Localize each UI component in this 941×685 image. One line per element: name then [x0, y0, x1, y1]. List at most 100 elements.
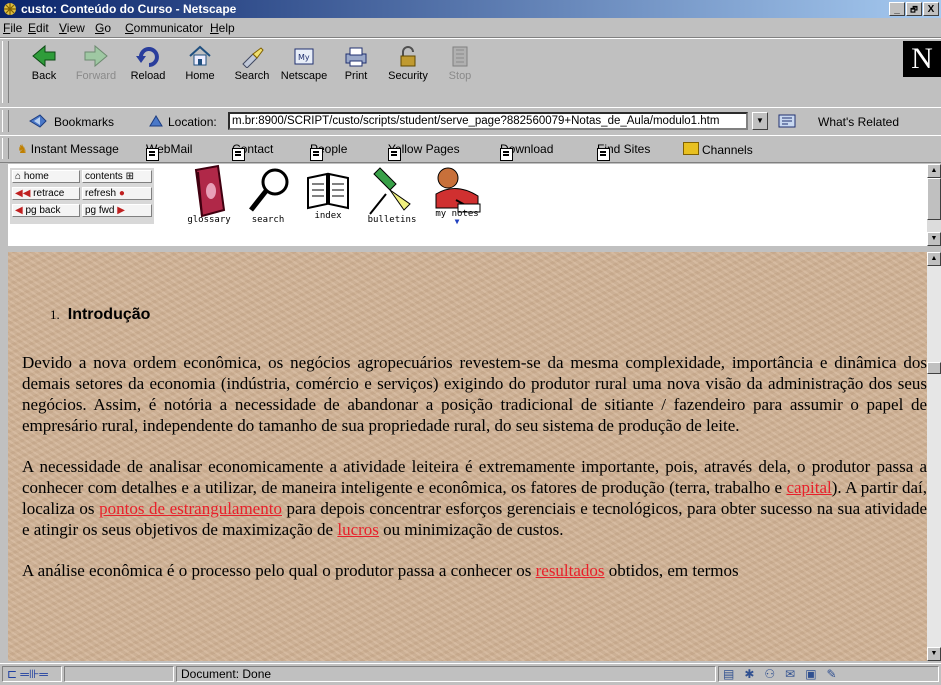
print-label: Print	[344, 70, 368, 82]
forward-label: Forward	[75, 70, 117, 82]
url-input[interactable]: m.br:8900/SCRIPT/custo/scripts/student/s…	[228, 112, 748, 130]
home-label: Home	[185, 70, 215, 82]
scroll-up-button[interactable]: ▲	[927, 164, 941, 178]
refresh-nav-button[interactable]: refresh ●	[82, 187, 152, 200]
index-tool[interactable]: index	[302, 164, 354, 221]
close-button[interactable]: X	[923, 2, 939, 16]
retrace-nav-button[interactable]: ◀◀ retrace	[12, 187, 80, 200]
menu-go[interactable]: Go	[95, 21, 111, 35]
content-scroll-thumb[interactable]	[927, 362, 941, 374]
glossary-tool[interactable]: glossary	[184, 164, 234, 225]
people-button[interactable]: People	[310, 142, 347, 161]
capital-link[interactable]: capital	[786, 478, 831, 497]
minimize-button[interactable]: _	[889, 2, 905, 16]
forward-arrow-icon	[84, 44, 108, 68]
back-label: Back	[31, 70, 57, 82]
webmail-button[interactable]: WebMail	[146, 142, 192, 161]
content-scroll-down-button[interactable]: ▼	[927, 647, 941, 661]
home-nav-button[interactable]: ⌂ home	[12, 170, 80, 183]
menu-edit[interactable]: Edit	[28, 21, 49, 35]
home-button[interactable]: Home	[174, 40, 226, 104]
navigation-toolbar: Back Forward Reload Home Search My Netsc…	[0, 38, 941, 108]
search-flashlight-icon	[242, 47, 264, 68]
bulletins-tool[interactable]: bulletins	[363, 164, 421, 225]
arrow-left-icon: ◀	[15, 205, 26, 216]
reload-button[interactable]: Reload	[122, 40, 174, 104]
component-icons: ▤✱⚇✉▣✎	[723, 667, 847, 681]
bookmark-page-icon	[146, 148, 159, 161]
bookmark-page-icon	[388, 148, 401, 161]
content-scroll-up-button[interactable]: ▲	[927, 252, 941, 266]
resultados-link[interactable]: resultados	[536, 561, 605, 580]
lucros-link[interactable]: lucros	[337, 520, 379, 539]
personal-grip[interactable]	[2, 138, 9, 159]
bookmark-page-icon	[310, 148, 323, 161]
status-text: Document: Done	[176, 666, 716, 682]
rewind-icon: ◀◀	[15, 188, 34, 199]
instant-message-icon: ♞	[17, 142, 28, 156]
my-notes-tool[interactable]: my notes ▼	[426, 164, 488, 226]
menu-communicator[interactable]: Communicator	[125, 21, 203, 35]
arrow-up-icon: ▲	[930, 255, 938, 262]
netscape-label: Netscape	[280, 70, 328, 82]
download-button[interactable]: Download	[500, 142, 553, 161]
component-bar[interactable]: ▤✱⚇✉▣✎	[718, 666, 939, 682]
location-icon	[149, 115, 163, 127]
bookmark-page-icon	[232, 148, 245, 161]
paragraph-3: A análise econômica é o processo pelo qu…	[22, 561, 739, 580]
pushpin-icon	[369, 167, 411, 215]
whats-related-button[interactable]: What's Related	[818, 115, 899, 129]
restore-button[interactable]: 🗗	[906, 2, 922, 16]
search-tool[interactable]: search	[242, 164, 294, 225]
content-scrollbar[interactable]: ▲ ▼	[927, 252, 941, 661]
channels-button[interactable]: Channels	[683, 142, 753, 157]
contact-button[interactable]: Contact	[232, 142, 273, 161]
find-sites-button[interactable]: Find Sites	[597, 142, 650, 161]
search-label: Search	[234, 70, 270, 82]
search-button[interactable]: Search	[226, 40, 278, 104]
security-status-cell[interactable]: ⊏ ═⊪═	[2, 666, 62, 682]
toolbar-grip[interactable]	[2, 41, 9, 103]
forward-button[interactable]: Forward	[70, 40, 122, 104]
netscape-button[interactable]: My Netscape	[278, 40, 330, 104]
bulletins-label: bulletins	[367, 215, 417, 225]
url-dropdown-button[interactable]: ▼	[752, 112, 768, 130]
pontos-de-estrangulamento-link[interactable]: pontos de estrangulamento	[99, 499, 282, 518]
security-button[interactable]: Security	[382, 40, 434, 104]
magnifier-icon	[249, 168, 289, 212]
reload-icon	[136, 47, 159, 67]
top-frame-scrollbar[interactable]: ▲ ▼	[927, 164, 941, 246]
bookmarks-button[interactable]: Bookmarks	[54, 115, 114, 129]
back-button[interactable]: Back	[18, 40, 70, 104]
menu-file[interactable]: File	[3, 21, 22, 35]
contents-nav-button[interactable]: contents ⊞	[82, 170, 152, 183]
menu-view[interactable]: View	[59, 21, 85, 35]
scroll-thumb[interactable]	[927, 178, 941, 220]
menu-help[interactable]: Help	[210, 21, 235, 35]
article: 1. Introdução Devido a nova ordem econômi…	[22, 304, 927, 601]
netscape-logo[interactable]: N	[903, 41, 941, 77]
arrow-down-icon: ▼	[930, 235, 938, 242]
open-book-icon	[307, 172, 349, 210]
yellow-pages-button[interactable]: Yellow Pages	[388, 142, 460, 161]
pg-back-nav-button[interactable]: ◀ pg back	[12, 204, 80, 217]
home-icon	[189, 45, 211, 66]
window-title: custo: Conteúdo do Curso - Netscape	[21, 2, 237, 16]
scroll-down-button[interactable]: ▼	[927, 232, 941, 246]
progress-cell	[64, 666, 174, 682]
bookmark-page-icon	[500, 148, 513, 161]
content-frame: 1. Introdução Devido a nova ordem econômi…	[8, 252, 928, 661]
print-button[interactable]: Print	[330, 40, 382, 104]
reload-label: Reload	[130, 70, 166, 82]
instant-message-button[interactable]: ♞ Instant Message	[17, 142, 119, 156]
pg-fwd-nav-button[interactable]: pg fwd ▶	[82, 204, 152, 217]
connection-icon: ⊏ ═⊪═	[7, 667, 48, 681]
location-grip[interactable]	[2, 110, 9, 132]
bookmarks-icon	[29, 114, 47, 128]
personal-toolbar: ♞ Instant Message WebMail Contact People …	[0, 135, 941, 163]
bookmark-page-icon	[597, 148, 610, 161]
stop-button[interactable]: Stop	[434, 40, 486, 104]
section-heading: 1. Introdução	[50, 304, 927, 325]
stop-icon	[452, 46, 468, 67]
title-bar: custo: Conteúdo do Curso - Netscape _ 🗗 X	[0, 0, 941, 18]
